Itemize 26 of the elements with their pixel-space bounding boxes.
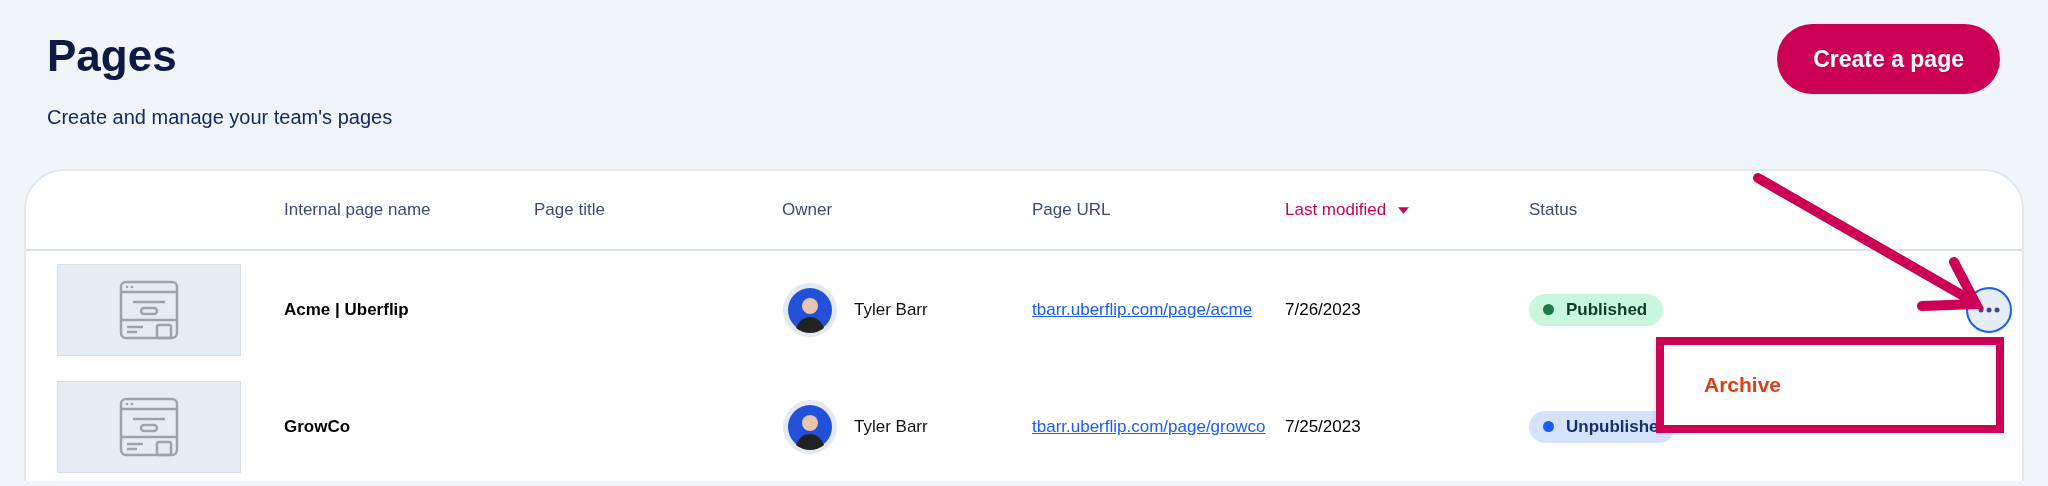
sort-caret-icon [1398,206,1410,214]
column-header[interactable]: Internal page name [284,200,431,221]
modified-date: 7/26/2023 [1285,299,1361,320]
webpage-icon [119,396,179,457]
page-name: Acme | Uberflip [284,299,409,320]
avatar-icon [782,281,838,338]
webpage-icon [119,279,179,340]
column-header[interactable]: Page title [534,200,605,221]
ellipsis-icon [1978,306,2000,313]
page-url-link[interactable]: tbarr.uberflip.com/page/growco [1032,416,1266,437]
archive-menu-item[interactable]: Archive [1656,373,1782,398]
column-header[interactable]: Page URL [1032,200,1111,221]
column-header[interactable]: Last modified [1285,200,1410,221]
owner-name: Tyler Barr [854,416,928,437]
page-subtitle: Create and manage your team's pages [47,106,393,130]
status-label: Published [1566,299,1648,320]
modified-date: 7/25/2023 [1285,416,1361,437]
column-header[interactable]: Owner [782,200,833,221]
page-name: GrowCo [284,416,351,437]
create-page-button[interactable]: Create a page [1777,24,2000,94]
column-header[interactable]: Status [1529,200,1578,221]
page-title: Pages [47,30,178,81]
page-url-link[interactable]: tbarr.uberflip.com/page/acme [1032,299,1253,320]
avatar-icon [782,398,838,455]
owner-name: Tyler Barr [854,299,928,320]
status-label: Unpublishe [1566,416,1659,437]
